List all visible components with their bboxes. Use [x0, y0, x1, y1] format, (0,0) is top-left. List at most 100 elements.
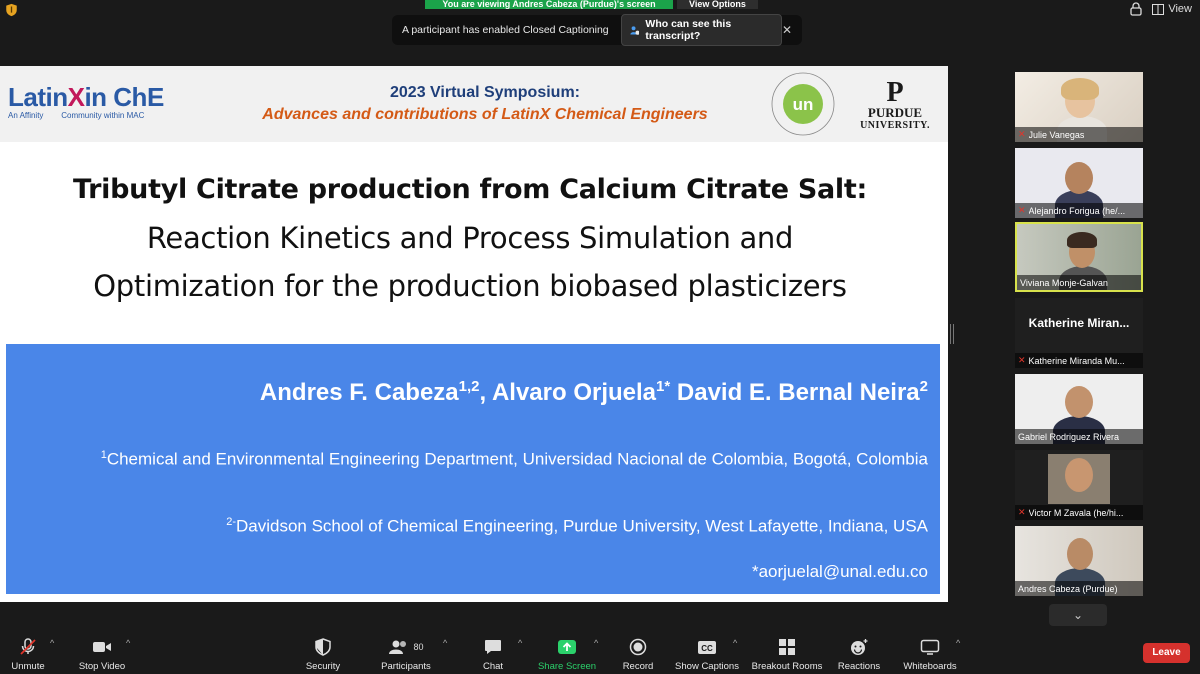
participants-label: Participants	[381, 661, 431, 672]
author-3: David E. Bernal Neira	[670, 379, 920, 406]
whiteboards-options-chevron-icon[interactable]: ^	[956, 638, 960, 648]
stop-video-button[interactable]: Stop Video	[74, 638, 130, 672]
record-button[interactable]: Record	[620, 638, 656, 672]
view-options-button[interactable]: View Options	[677, 0, 758, 9]
participant-display-name: Katherine Miran...	[1028, 316, 1130, 330]
captions-lock-icon[interactable]	[1130, 2, 1142, 16]
symposium-title: 2023 Virtual Symposium:	[390, 84, 580, 101]
share-screen-button[interactable]: Share Screen	[536, 638, 598, 672]
chat-button[interactable]: Chat	[476, 638, 510, 672]
chat-label: Chat	[482, 661, 504, 672]
title-line-2: Reaction Kinetics and Process Simulation…	[146, 221, 794, 255]
breakout-rooms-icon	[779, 639, 795, 655]
participants-count: 80	[413, 642, 424, 652]
shield-icon[interactable]	[5, 3, 18, 17]
latinx-in-che-logo: LatinXin ChE An Affinity Community withi…	[8, 84, 164, 120]
author-1: Andres F. Cabeza	[259, 379, 459, 406]
closed-caption-notice: A participant has enabled Closed Caption…	[392, 14, 802, 46]
participant-name: Gabriel Rodriguez Rivera	[1018, 431, 1120, 442]
closed-captions-icon: CC	[698, 640, 716, 654]
cc-notice-text: A participant has enabled Closed Caption…	[402, 24, 609, 36]
viewing-banner-text: You are viewing Andres Cabeza (Purdue)'s…	[425, 0, 673, 9]
person-info-icon	[630, 25, 640, 35]
mic-muted-icon	[20, 638, 36, 655]
universidad-nacional-logo: un	[771, 72, 835, 136]
participant-name: Julie Vanegas	[1028, 129, 1085, 140]
participants-button[interactable]: 80 Participants	[378, 638, 434, 672]
view-button[interactable]: View	[1152, 3, 1192, 15]
show-captions-button[interactable]: CC Show Captions	[673, 638, 741, 672]
purdue-logo: P PURDUE UNIVERSITY.	[852, 79, 938, 132]
share-options-chevron-icon[interactable]: ^	[594, 638, 598, 648]
slide-header: LatinXin ChE An Affinity Community withi…	[0, 66, 948, 142]
stop-video-label: Stop Video	[78, 661, 126, 672]
logo-text-latin: Latin	[8, 82, 68, 112]
presentation-title: Tributyl Citrate production from Calcium…	[0, 166, 940, 310]
author-2: , Alvaro Orjuela	[479, 379, 657, 406]
affiliation-1: 1Chemical and Environmental Engineering …	[28, 438, 928, 477]
unmute-label: Unmute	[11, 661, 45, 672]
author-1-affil: 1,2	[458, 378, 480, 395]
security-label: Security	[305, 661, 341, 672]
reactions-button[interactable]: Reactions	[836, 638, 882, 672]
view-label: View	[1168, 3, 1192, 15]
mic-muted-icon: ✕	[1018, 507, 1026, 517]
participant-tile-active-speaker[interactable]: Viviana Monje-Galvan	[1015, 222, 1143, 292]
participant-tile[interactable]: ✕ Julie Vanegas	[1015, 72, 1143, 142]
participant-name: Katherine Miranda Mu...	[1028, 355, 1125, 366]
participant-name: Alejandro Forigua (he/...	[1028, 205, 1126, 216]
video-camera-icon	[93, 642, 111, 652]
author-3-affil: 2	[919, 378, 928, 395]
whiteboards-label: Whiteboards	[903, 661, 957, 672]
author-box: Andres F. Cabeza1,2, Alvaro Orjuela1* Da…	[6, 344, 940, 594]
participant-name: Viviana Monje-Galvan	[1020, 277, 1108, 288]
svg-text:CC: CC	[701, 644, 713, 653]
record-icon	[629, 638, 647, 656]
participant-name: Andres Cabeza (Purdue)	[1018, 583, 1118, 594]
panel-resize-handle[interactable]	[950, 324, 954, 344]
security-button[interactable]: Security	[303, 638, 343, 672]
video-options-chevron-icon[interactable]: ^	[126, 638, 130, 648]
whiteboard-icon	[920, 639, 940, 655]
close-icon[interactable]: ✕	[782, 23, 792, 37]
leave-button[interactable]: Leave	[1143, 643, 1190, 663]
purdue-university: UNIVERSITY.	[860, 120, 930, 131]
un-logo-text: un	[793, 95, 814, 114]
title-line-1: Tributyl Citrate production from Calcium…	[73, 174, 867, 205]
top-right-controls: View	[1130, 2, 1192, 16]
audio-options-chevron-icon[interactable]: ^	[50, 638, 54, 648]
share-screen-label: Share Screen	[537, 661, 597, 672]
symposium-subtitle: Advances and contributions of LatinX Che…	[262, 106, 708, 123]
mic-muted-icon: ✕	[1018, 129, 1026, 139]
participant-tile[interactable]: Katherine Miran... ✕ Katherine Miranda M…	[1015, 298, 1143, 368]
reactions-label: Reactions	[837, 661, 881, 672]
record-label: Record	[622, 661, 654, 672]
participant-tile[interactable]: Gabriel Rodriguez Rivera	[1015, 374, 1143, 444]
share-screen-icon	[558, 640, 576, 654]
zoom-window: You are viewing Andres Cabeza (Purdue)'s…	[0, 0, 1200, 674]
mic-muted-icon: ✕	[1018, 205, 1026, 215]
meeting-toolbar: Unmute ^ Stop Video ^ Security 80 Partic…	[0, 630, 1200, 674]
participant-tile[interactable]: Andres Cabeza (Purdue)	[1015, 526, 1143, 596]
screen-share-banner: You are viewing Andres Cabeza (Purdue)'s…	[425, 0, 758, 9]
show-captions-label: Show Captions	[675, 661, 739, 672]
logo-text-x: X	[67, 82, 85, 112]
participant-tile[interactable]: ✕ Alejandro Forigua (he/...	[1015, 148, 1143, 218]
authors-line: Andres F. Cabeza1,2, Alvaro Orjuela1* Da…	[260, 378, 928, 407]
participant-tile[interactable]: ✕ Victor M Zavala (he/hi...	[1015, 450, 1143, 520]
participants-options-chevron-icon[interactable]: ^	[443, 638, 447, 648]
breakout-rooms-button[interactable]: Breakout Rooms	[749, 638, 825, 672]
who-can-see-label: Who can see this transcript?	[645, 18, 732, 42]
captions-options-chevron-icon[interactable]: ^	[733, 638, 737, 648]
unmute-button[interactable]: Unmute	[8, 638, 48, 672]
gallery-scroll-down-button[interactable]: ⌄	[1049, 604, 1107, 626]
chat-options-chevron-icon[interactable]: ^	[518, 638, 522, 648]
security-shield-icon	[315, 638, 331, 656]
author-2-affil: 1*	[656, 378, 671, 395]
affiliation-2-text: Davidson School of Chemical Engineering,…	[235, 516, 928, 536]
title-line-3: Optimization for the production biobased…	[93, 269, 847, 303]
purdue-name: PURDUE	[867, 105, 923, 120]
who-can-see-transcript-button[interactable]: Who can see this transcript?	[620, 14, 782, 46]
mic-muted-icon: ✕	[1018, 355, 1026, 365]
whiteboards-button[interactable]: Whiteboards	[898, 638, 962, 672]
